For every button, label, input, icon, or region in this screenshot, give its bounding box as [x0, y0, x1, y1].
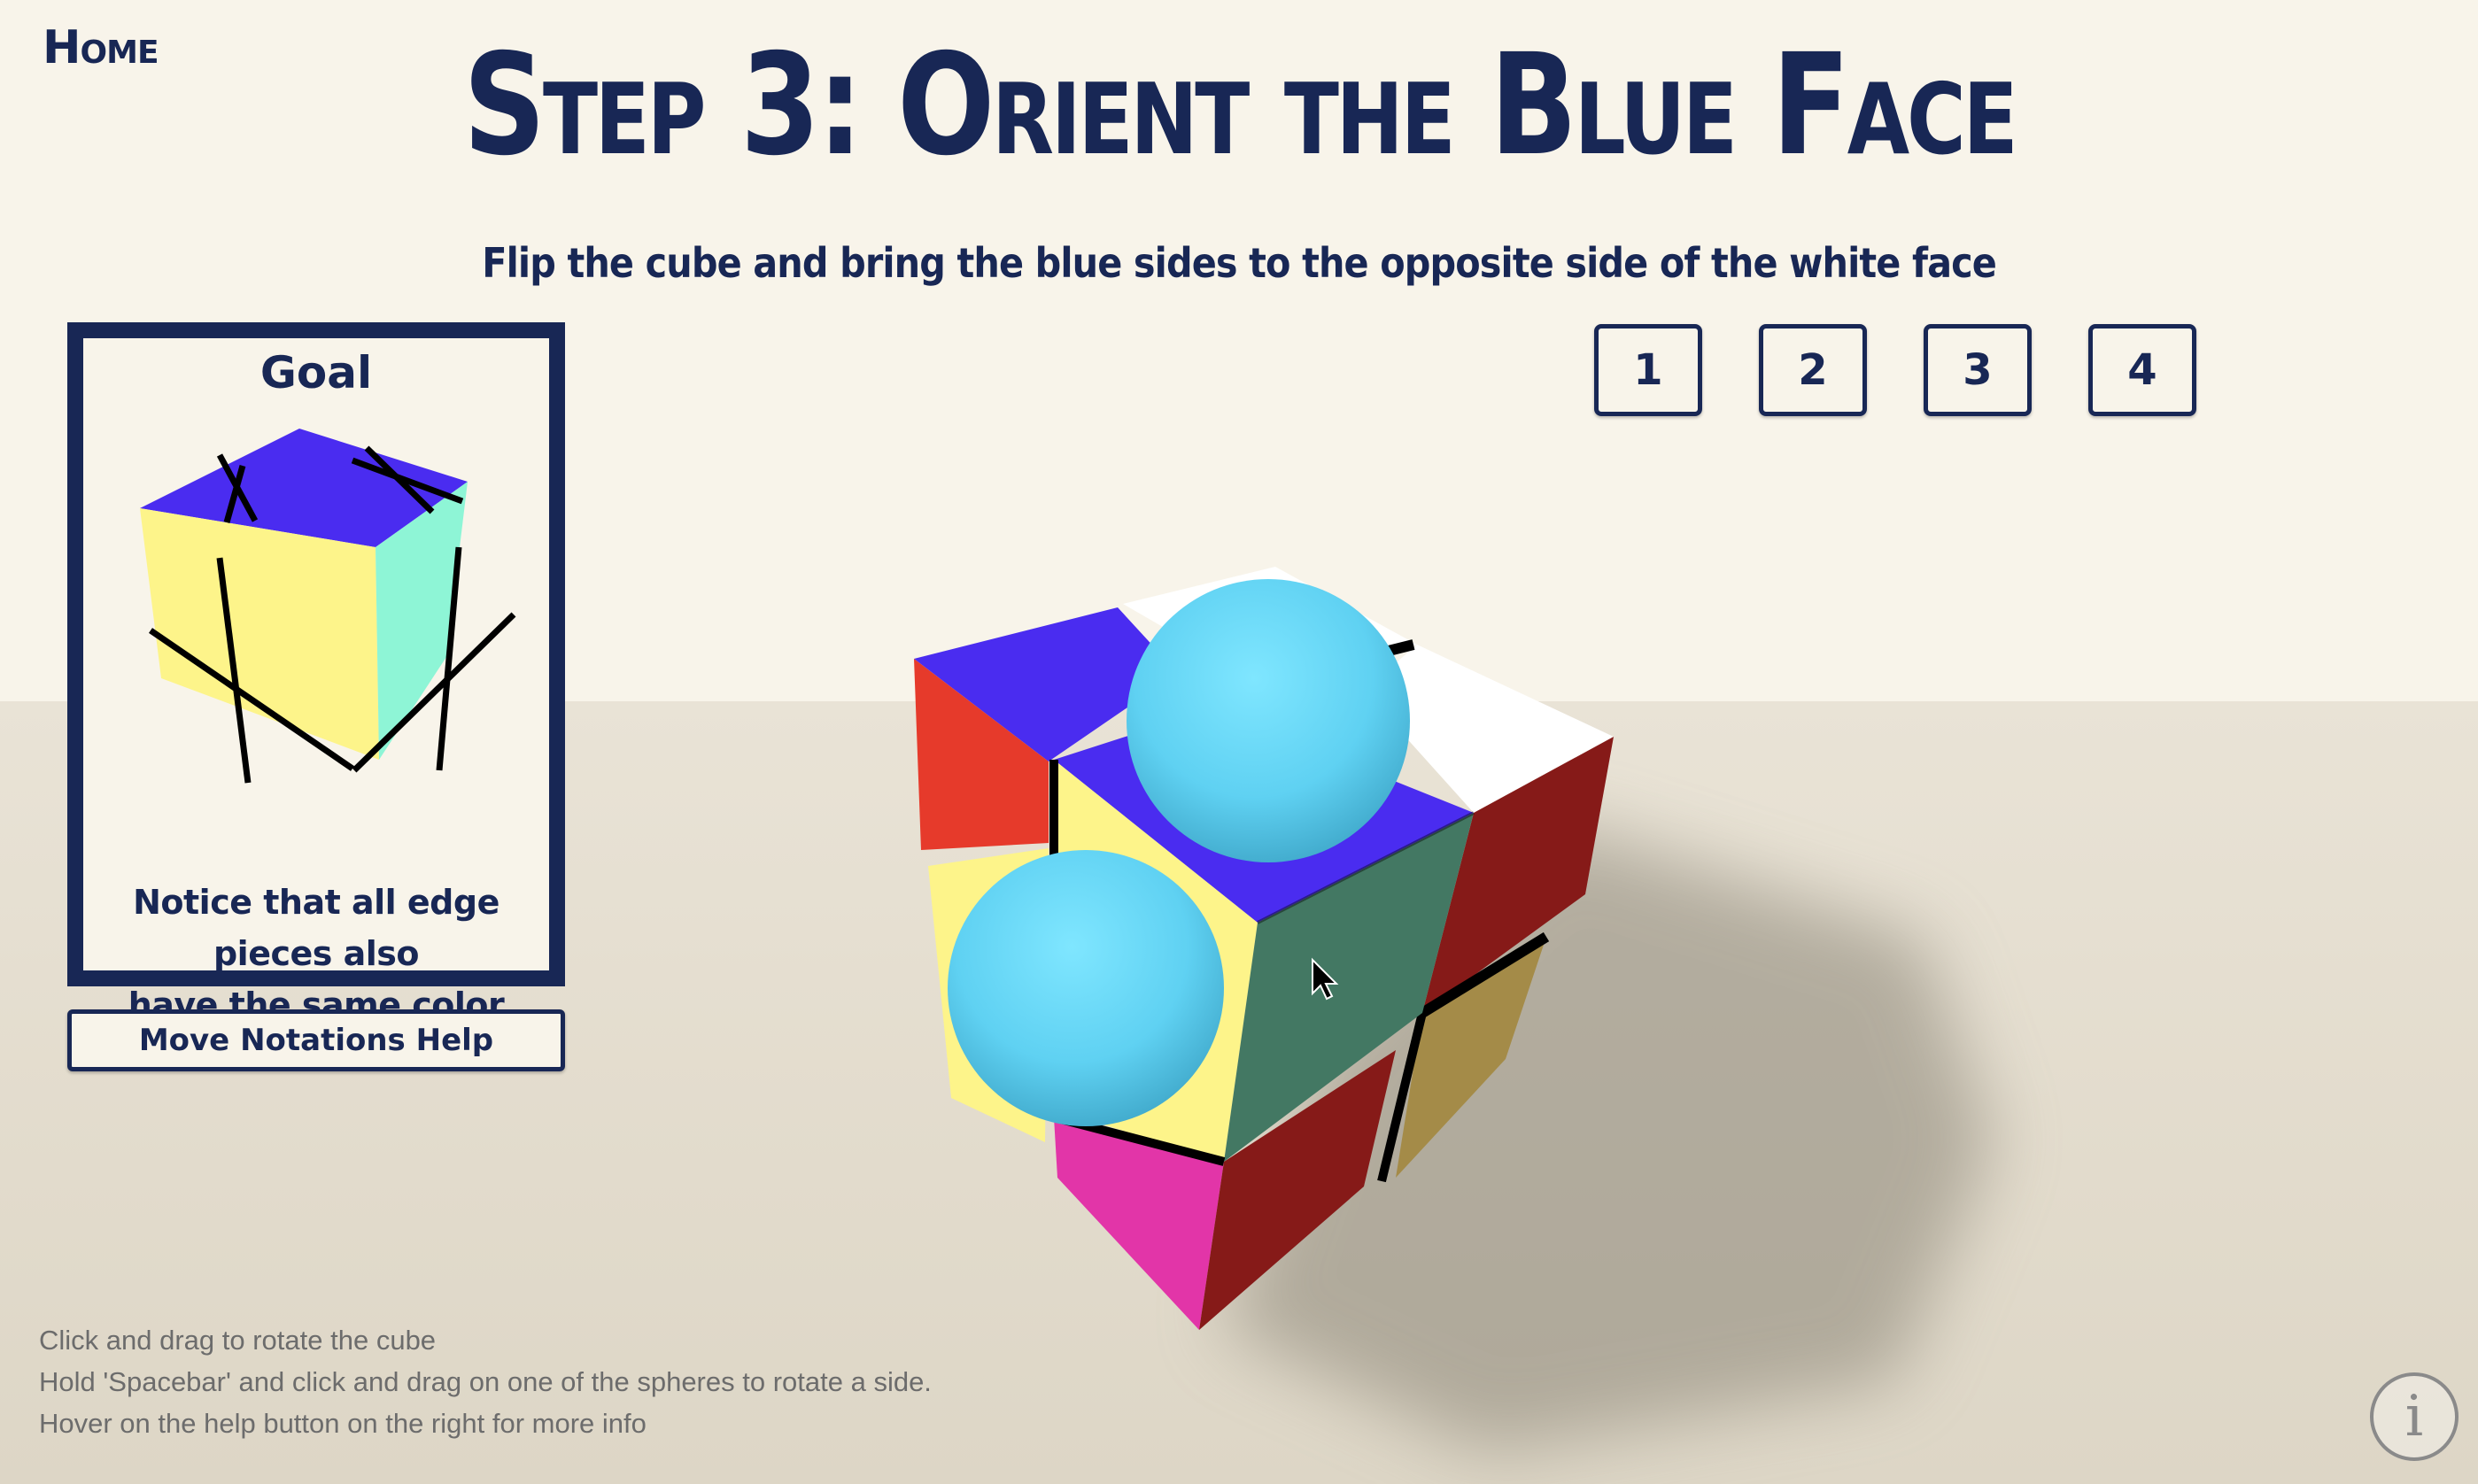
rotation-sphere-top[interactable]	[1127, 579, 1410, 862]
info-help-button[interactable]: i	[2370, 1372, 2459, 1461]
instructions: Click and drag to rotate the cube Hold '…	[39, 1319, 932, 1444]
cube-scene[interactable]	[0, 0, 2478, 1484]
info-icon: i	[2404, 1384, 2424, 1449]
instruction-line-3: Hover on the help button on the right fo…	[39, 1408, 647, 1439]
rotation-sphere-left[interactable]	[948, 850, 1224, 1126]
instruction-line-1: Click and drag to rotate the cube	[39, 1325, 437, 1356]
instruction-line-2: Hold 'Spacebar' and click and drag on on…	[39, 1366, 932, 1397]
